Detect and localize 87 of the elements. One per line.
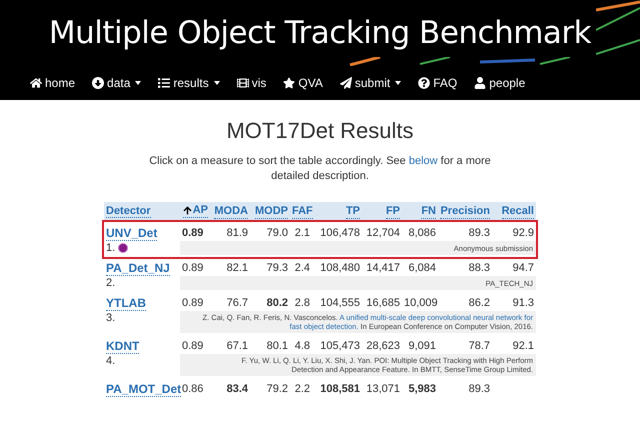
table-cell: 91.3 xyxy=(512,297,534,309)
table-cell: 86.2 xyxy=(468,297,490,309)
column-header[interactable]: FAF xyxy=(292,204,313,218)
table-cell: 0.89 xyxy=(182,227,204,239)
table-cell: 105,473 xyxy=(320,340,360,352)
nav-link[interactable]: QVA xyxy=(283,74,323,92)
detector-link[interactable]: UNV_Det xyxy=(106,226,158,241)
film-icon xyxy=(236,77,249,89)
paper-plane-icon xyxy=(340,77,352,89)
rank-number: 1. xyxy=(106,241,116,255)
table-cell: 88.3 xyxy=(468,262,490,274)
nav-link[interactable]: data xyxy=(92,74,142,92)
table-cell: 80.2 xyxy=(266,297,288,309)
table-cell: 4.8 xyxy=(294,340,310,352)
table-cell: 0.86 xyxy=(182,383,204,395)
table-cell: 28,623 xyxy=(366,340,400,352)
table-cell: 67.1 xyxy=(226,340,248,352)
table-cell: 92.1 xyxy=(512,340,534,352)
table-cell: 83.4 xyxy=(226,383,248,395)
nav-link[interactable]: FAQ xyxy=(418,74,458,92)
table-cell: 79.2 xyxy=(266,383,288,395)
rank-number: 4. xyxy=(106,354,116,368)
detector-link[interactable]: PA_Det_NJ xyxy=(106,261,170,276)
table-cell: 9,091 xyxy=(408,340,436,352)
table-cell: 80.1 xyxy=(266,340,288,352)
table-cell: 2.1 xyxy=(294,227,310,239)
download-icon xyxy=(92,77,104,89)
table-cell: 108,581 xyxy=(320,383,360,395)
table-cell: 79.0 xyxy=(266,227,288,239)
table-cell: 12,704 xyxy=(366,227,400,239)
table-cell: 14,417 xyxy=(366,262,400,274)
table-cell: 79.3 xyxy=(266,262,288,274)
table-cell: 82.1 xyxy=(226,262,248,274)
table-cell: 13,071 xyxy=(366,383,400,395)
home-icon xyxy=(30,77,42,89)
nav-link[interactable]: home xyxy=(30,74,76,92)
column-header[interactable]: AP xyxy=(182,203,208,218)
table-cell: 0.89 xyxy=(182,340,204,352)
table-cell: 106,478 xyxy=(320,227,360,239)
table-cell: 104,555 xyxy=(320,297,360,309)
table-cell: 0.89 xyxy=(182,262,204,274)
table-cell: 89.3 xyxy=(468,383,490,395)
rank-number: 3. xyxy=(106,311,116,325)
table-cell: 76.7 xyxy=(226,297,248,309)
column-header[interactable]: Precision xyxy=(440,204,490,218)
column-header[interactable]: FP xyxy=(386,204,400,218)
column-header[interactable]: MODP xyxy=(255,204,288,218)
table-cell: 78.7 xyxy=(468,340,490,352)
rank-number: 2. xyxy=(106,276,116,290)
user-icon xyxy=(474,77,486,89)
detector-link[interactable]: KDNT xyxy=(106,339,140,354)
nav-link[interactable]: results xyxy=(158,74,220,92)
caret-icon xyxy=(395,81,402,85)
nav-link[interactable]: submit xyxy=(340,74,402,92)
table-cell: 2.4 xyxy=(294,262,310,274)
list-icon xyxy=(158,77,170,89)
table-cell: 92.9 xyxy=(512,227,534,239)
table-cell: 81.9 xyxy=(226,227,248,239)
table-cell: 0.89 xyxy=(182,297,204,309)
below-link[interactable]: below xyxy=(408,155,438,167)
column-header[interactable]: Detector xyxy=(106,205,151,218)
site-title: Multiple Object Tracking Benchmark xyxy=(48,14,592,53)
table-cell: 94.7 xyxy=(512,262,534,274)
star-icon xyxy=(283,77,296,89)
nav-link[interactable]: people xyxy=(474,74,526,92)
sort-arrow-icon xyxy=(182,206,192,215)
table-cell: 10,009 xyxy=(404,297,438,309)
page-title: MOT17Det Results xyxy=(226,118,414,144)
caret-icon xyxy=(135,81,142,85)
table-cell: 16,685 xyxy=(366,297,400,309)
column-header[interactable]: FN xyxy=(421,204,436,218)
table-cell: 6,084 xyxy=(408,262,436,274)
detector-link[interactable]: YTLAB xyxy=(106,296,146,311)
column-header[interactable]: MODA xyxy=(214,204,248,218)
table-cell: 2.8 xyxy=(294,297,310,309)
nav-link[interactable]: vis xyxy=(236,74,266,92)
column-header[interactable]: TP xyxy=(346,204,360,218)
help-icon xyxy=(418,77,430,89)
column-header[interactable]: Recall xyxy=(502,204,534,218)
intro-text: Click on a measure to sort the table accordingly. See below for a more detailed description. xyxy=(148,154,492,184)
table-cell: 108,480 xyxy=(320,262,360,274)
caret-icon xyxy=(214,81,220,85)
table-cell: 2.2 xyxy=(294,383,310,395)
detector-link[interactable]: PA_MOT_Det xyxy=(106,382,182,397)
table-cell: 89.3 xyxy=(468,227,490,239)
table-cell: 5,983 xyxy=(408,383,436,395)
table-cell: 8,086 xyxy=(408,227,436,239)
